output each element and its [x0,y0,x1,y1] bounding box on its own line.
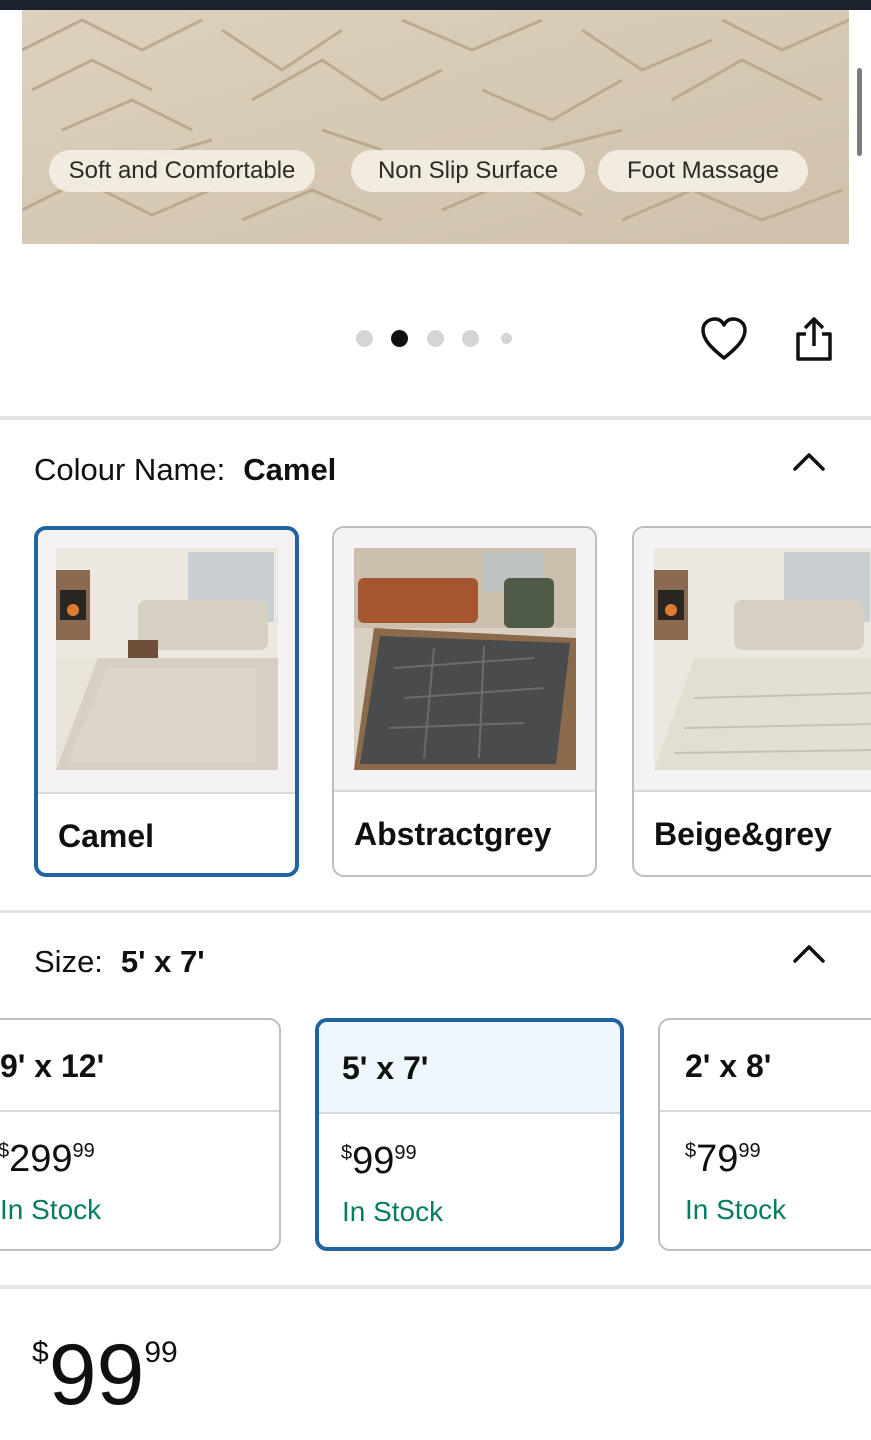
heart-icon[interactable] [700,316,748,362]
product-image[interactable]: Soft and Comfortable Non Slip Surface Fo… [22,10,849,244]
price-currency: $ [685,1140,697,1162]
size-option-label: 9' x 12' [0,1048,105,1084]
collapse-colour-icon[interactable] [792,450,826,472]
colour-option-label: Beige&grey [654,816,832,852]
size-option-5x7[interactable]: 5' x 7' $9999 In Stock [315,1018,624,1251]
camel-thumbnail [38,530,295,792]
share-icon[interactable] [794,316,834,362]
carousel-dot-active[interactable] [391,330,408,347]
swatch-separator [38,792,295,794]
colour-option-label: Abstractgrey [354,816,552,852]
price-whole: 99 [352,1140,395,1182]
size-option-2x8[interactable]: 2' x 8' $7999 In Stock [658,1018,871,1251]
colour-label: Colour Name: Camel [34,452,336,488]
stock-status: In Stock [685,1194,787,1225]
stock-status: In Stock [342,1196,444,1227]
price-whole: 79 [696,1138,739,1180]
feature-chip-soft: Soft and Comfortable [49,150,315,192]
carousel-dot[interactable] [462,330,479,347]
price-cents: 99 [144,1336,178,1369]
size-option-price: $7999 [685,1138,761,1181]
scrollbar[interactable] [857,68,862,156]
colour-option-label: Camel [58,818,155,854]
section-divider [0,1285,871,1289]
colour-option-beige-grey[interactable]: Beige&grey [632,526,871,877]
product-price: $9999 [32,1326,178,1425]
price-cents: 99 [72,1140,95,1162]
stock-status: In Stock [0,1194,102,1225]
size-option-separator [0,1110,279,1112]
size-option-separator [319,1112,620,1114]
abstractgrey-thumbnail [334,528,595,790]
colour-option-abstractgrey[interactable]: Abstractgrey [332,526,597,877]
price-currency: $ [341,1142,353,1164]
price-cents: 99 [738,1140,761,1162]
feature-chip-foot-massage: Foot Massage [598,150,808,192]
size-option-price: $29999 [0,1138,95,1181]
price-currency: $ [32,1336,49,1369]
section-divider [0,416,871,420]
price-cents: 99 [394,1142,417,1164]
carousel-dot-small[interactable] [501,333,512,344]
price-currency: $ [0,1140,9,1162]
top-status-bar [0,0,871,10]
colour-option-camel[interactable]: Camel [34,526,299,877]
swatch-separator [334,790,595,792]
colour-selected-value: Camel [243,452,337,487]
feature-chip-non-slip: Non Slip Surface [351,150,585,192]
colour-label-text: Colour Name: [34,452,226,487]
carousel-dot[interactable] [427,330,444,347]
size-option-9x12[interactable]: 9' x 12' $29999 In Stock [0,1018,281,1251]
size-option-label: 5' x 7' [342,1050,429,1086]
size-option-separator [660,1110,871,1112]
collapse-size-icon[interactable] [792,942,826,964]
size-option-label: 2' x 8' [685,1048,772,1084]
rug-texture-image [22,10,849,244]
size-label: Size: 5' x 7' [34,944,205,980]
price-whole: 99 [48,1327,145,1423]
size-label-text: Size: [34,944,103,979]
size-selected-value: 5' x 7' [120,944,205,979]
section-divider [0,910,871,913]
swatch-separator [634,790,871,792]
carousel-dot[interactable] [356,330,373,347]
price-whole: 299 [9,1138,73,1180]
size-option-price: $9999 [341,1140,417,1183]
beige-grey-thumbnail [634,528,871,790]
